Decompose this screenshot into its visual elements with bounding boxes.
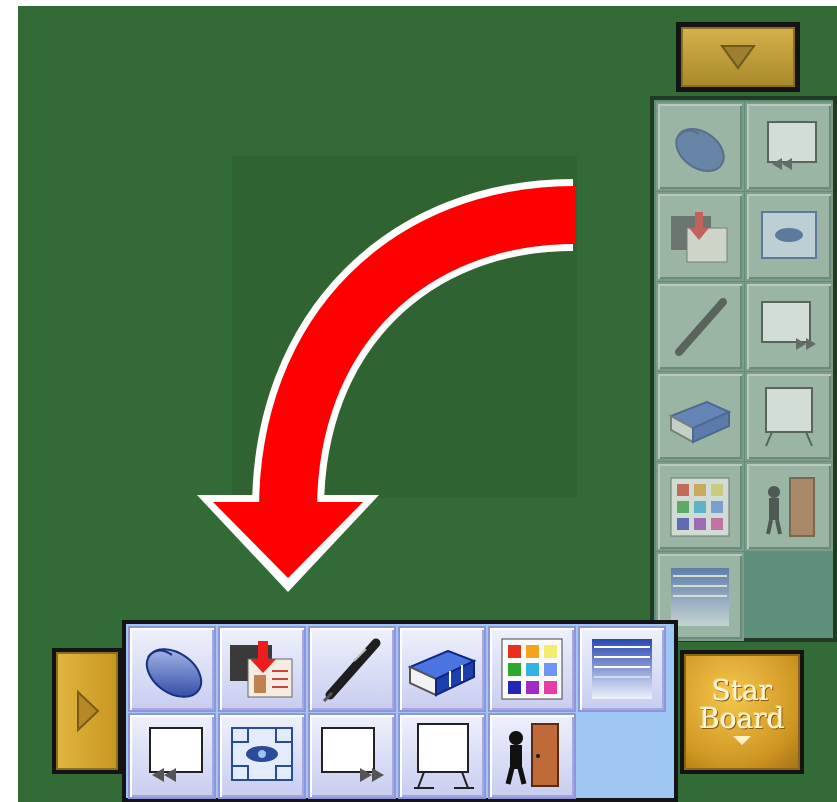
whiteboard-icon [765,386,813,446]
vertical-exit-button[interactable] [745,462,833,551]
previous-page-button[interactable] [128,713,216,799]
vertical-mouse-button[interactable] [656,102,744,191]
vertical-pen-button[interactable] [656,282,744,371]
starboard-label-line1: Star [711,674,773,707]
next-page-button[interactable] [308,713,396,799]
line-width-button[interactable] [578,626,666,712]
whiteboard-icon [414,723,474,789]
line-width-icon [592,639,652,699]
vertical-previous-page-button[interactable] [745,102,833,191]
vertical-palette-button[interactable] [656,462,744,551]
mouse-button[interactable] [128,626,216,712]
main-toolbar [122,620,678,802]
collapse-toolbar-button[interactable] [676,22,800,92]
starboard-label-line2: Board [699,702,785,735]
vertical-capture-button[interactable] [656,192,744,281]
vertical-screen-view-button[interactable] [745,192,833,281]
expand-toolbar-button[interactable] [52,648,122,774]
whiteboard-button[interactable] [398,713,486,799]
screen-view-button[interactable] [218,713,306,799]
previous-page-icon [149,727,203,782]
vertical-next-page-button[interactable] [745,282,833,371]
next-page-icon [321,727,384,782]
color-palette-icon [670,477,730,536]
capture-to-page-icon [671,211,728,262]
color-palette-icon [501,638,563,700]
exit-door-icon [766,476,815,537]
eraser-icon [668,400,732,444]
starboard-menu-button[interactable]: Star Board [680,650,804,774]
pen-button[interactable] [308,626,396,712]
pen-icon [675,297,727,356]
triangle-down-icon [733,736,751,745]
mouse-icon [145,648,203,698]
pen-icon [322,638,381,703]
screen-view-icon [761,210,817,259]
eraser-icon [407,649,477,697]
capture-to-page-icon [230,641,293,698]
vertical-whiteboard-button[interactable] [745,372,833,461]
triangle-down-icon [720,45,756,70]
exit-door-icon [505,723,559,787]
previous-page-icon [767,120,817,170]
eraser-button[interactable] [398,626,486,712]
mouse-icon [675,127,725,172]
vertical-toolbar [650,96,837,642]
screen-view-icon [231,727,293,781]
capture-to-page-button[interactable] [218,626,306,712]
vertical-eraser-button[interactable] [656,372,744,461]
triangle-right-icon [77,689,100,733]
next-page-icon [761,300,816,350]
color-palette-button[interactable] [488,626,576,712]
exit-button[interactable] [488,713,576,799]
